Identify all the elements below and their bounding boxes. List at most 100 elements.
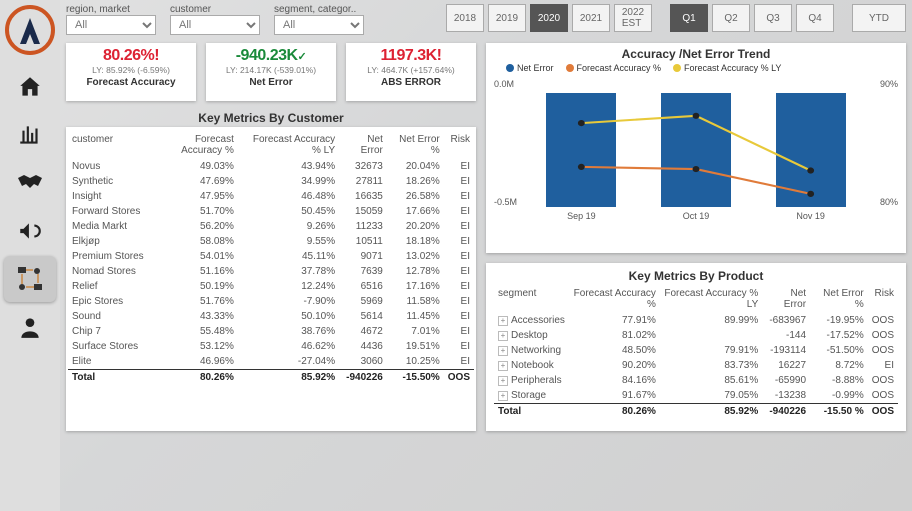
col-header[interactable]: Net Error [762, 285, 810, 313]
expand-icon[interactable]: + [498, 346, 508, 356]
chart-title: Accuracy /Net Error Trend [494, 47, 898, 61]
nav-supply-chain[interactable] [4, 256, 56, 302]
year-btn-2022EST[interactable]: 2022EST [614, 4, 652, 32]
quarter-btn-Q4[interactable]: Q4 [796, 4, 834, 32]
y-left-tick: 0.0M [494, 79, 514, 89]
nav-announce[interactable] [4, 208, 56, 254]
year-btn-2020[interactable]: 2020 [530, 4, 568, 32]
expand-icon[interactable]: + [498, 331, 508, 341]
table-row[interactable]: Elite46.96%-27.04%306010.25%EI [68, 354, 474, 370]
card-value: -940.23K [236, 47, 298, 64]
filter-customer: customer All [170, 4, 260, 35]
y-right-tick: 90% [880, 79, 898, 89]
filter-segment-select[interactable]: All [274, 15, 364, 35]
table-row[interactable]: Novus49.03%43.94%3267320.04%EI [68, 159, 474, 174]
table-row[interactable]: Epic Stores51.76%-7.90%596911.58%EI [68, 294, 474, 309]
card-label: ABS ERROR [348, 77, 474, 88]
table-row[interactable]: Sound43.33%50.10%561411.45%EI [68, 309, 474, 324]
quarter-btn-Q1[interactable]: Q1 [670, 4, 708, 32]
col-header[interactable]: Forecast Accuracy % [569, 285, 660, 313]
table-row[interactable]: Media Markt56.20%9.26%1123320.20%EI [68, 219, 474, 234]
col-header[interactable]: segment [494, 285, 569, 313]
brand-logo [4, 4, 56, 56]
nav-home[interactable] [4, 64, 56, 110]
col-header[interactable]: Forecast Accuracy % LY [660, 285, 762, 313]
legend-accuracy-ly: Forecast Accuracy % LY [684, 63, 781, 73]
product-table[interactable]: segmentForecast Accuracy %Forecast Accur… [494, 285, 898, 419]
expand-icon[interactable]: + [498, 391, 508, 401]
expand-icon[interactable]: + [498, 361, 508, 371]
ytd-btn[interactable]: YTD [852, 4, 906, 32]
total-row: Total80.26%85.92%-940226-15.50%OOS [68, 370, 474, 386]
table-row[interactable]: Elkjøp58.08%9.55%1051118.18%EI [68, 234, 474, 249]
col-header[interactable]: Net Error [339, 131, 387, 159]
expand-icon[interactable]: + [498, 376, 508, 386]
table-row[interactable]: Surface Stores53.12%46.62%443619.51%EI [68, 339, 474, 354]
card-forecast-accuracy: 80.26%! LY: 85.92% (-6.59%) Forecast Acc… [66, 43, 196, 101]
table-row[interactable]: +Storage91.67%79.05%-13238-0.99%OOS [494, 388, 898, 404]
filter-region-label: region, market [66, 4, 156, 15]
nav-trend[interactable] [4, 112, 56, 158]
col-header[interactable]: customer [68, 131, 148, 159]
table-row[interactable]: +Accessories77.91%89.99%-683967-19.95%OO… [494, 313, 898, 328]
col-header[interactable]: Net Error % [387, 131, 444, 159]
year-btn-2018[interactable]: 2018 [446, 4, 484, 32]
card-sub: LY: 464.7K (+157.64%) [348, 65, 474, 75]
customer-metrics-panel: Key Metrics By Customer customerForecast… [66, 109, 476, 431]
year-btn-2019[interactable]: 2019 [488, 4, 526, 32]
col-header[interactable]: Forecast Accuracy % [148, 131, 238, 159]
quarter-btn-Q3[interactable]: Q3 [754, 4, 792, 32]
table-row[interactable]: Forward Stores51.70%50.45%1505917.66%EI [68, 204, 474, 219]
card-value: 1197.3K! [348, 47, 474, 65]
customer-table[interactable]: customerForecast Accuracy %Forecast Accu… [68, 131, 474, 385]
card-sub: LY: 214.17K (-539.01%) [208, 65, 334, 75]
filter-bar: region, market All customer All segment,… [66, 4, 364, 35]
table-row[interactable]: +Desktop81.02%-144-17.52%OOS [494, 328, 898, 343]
filter-region: region, market All [66, 4, 156, 35]
x-category: Sep 19 [536, 211, 626, 221]
nav-handshake[interactable] [4, 160, 56, 206]
table-row[interactable]: +Peripherals84.16%85.61%-65990-8.88%OOS [494, 373, 898, 388]
legend-accuracy: Forecast Accuracy % [577, 63, 662, 73]
table-row[interactable]: Insight47.95%46.48%1663526.58%EI [68, 189, 474, 204]
table-row[interactable]: Nomad Stores51.16%37.78%763912.78%EI [68, 264, 474, 279]
nav-user[interactable] [4, 304, 56, 350]
col-header[interactable]: Risk [444, 131, 474, 159]
card-sub: LY: 85.92% (-6.59%) [68, 65, 194, 75]
card-label: Forecast Accuracy [68, 77, 194, 88]
chart-panel: Accuracy /Net Error Trend Net Error Fore… [486, 43, 906, 253]
filter-region-select[interactable]: All [66, 15, 156, 35]
table-row[interactable]: Synthetic47.69%34.99%2781118.26%EI [68, 174, 474, 189]
quarter-btn-Q2[interactable]: Q2 [712, 4, 750, 32]
x-category: Oct 19 [651, 211, 741, 221]
table-row[interactable]: Relief50.19%12.24%651617.16%EI [68, 279, 474, 294]
product-metrics-panel: Key Metrics By Product segmentForecast A… [486, 263, 906, 431]
year-btn-2021[interactable]: 2021 [572, 4, 610, 32]
check-icon: ✓ [298, 51, 307, 63]
table-row[interactable]: Premium Stores54.01%45.11%907113.02%EI [68, 249, 474, 264]
sidebar [0, 0, 60, 511]
card-value: 80.26%! [68, 47, 194, 65]
card-abs-error: 1197.3K! LY: 464.7K (+157.64%) ABS ERROR [346, 43, 476, 101]
col-header[interactable]: Net Error % [810, 285, 868, 313]
product-metrics-title: Key Metrics By Product [494, 267, 898, 285]
chart-legend: Net Error Forecast Accuracy % Forecast A… [506, 63, 898, 73]
year-quarter-bar: 20182019202020212022EST Q1Q2Q3Q4 YTD [446, 4, 906, 32]
legend-net-error: Net Error [517, 63, 554, 73]
total-row: Total80.26%85.92%-940226-15.50 %OOS [494, 404, 898, 420]
filter-customer-select[interactable]: All [170, 15, 260, 35]
customer-metrics-title: Key Metrics By Customer [66, 109, 476, 127]
expand-icon[interactable]: + [498, 316, 508, 326]
main: region, market All customer All segment,… [60, 0, 912, 511]
filter-customer-label: customer [170, 4, 260, 15]
table-row[interactable]: +Notebook90.20%83.73%162278.72%EI [494, 358, 898, 373]
chart-area[interactable]: 0.0M -0.5M 90% 80% Sep 19Oct 19Nov 19 [494, 77, 898, 227]
table-row[interactable]: +Networking48.50%79.91%-193114-51.50%OOS [494, 343, 898, 358]
col-header[interactable]: Forecast Accuracy % LY [238, 131, 339, 159]
y-left-tick: -0.5M [494, 197, 517, 207]
col-header[interactable]: Risk [868, 285, 898, 313]
table-row[interactable]: Chip 755.48%38.76%46727.01%EI [68, 324, 474, 339]
y-right-tick: 80% [880, 197, 898, 207]
card-net-error: -940.23K✓ LY: 214.17K (-539.01%) Net Err… [206, 43, 336, 101]
filter-segment: segment, categor.. All [274, 4, 364, 35]
